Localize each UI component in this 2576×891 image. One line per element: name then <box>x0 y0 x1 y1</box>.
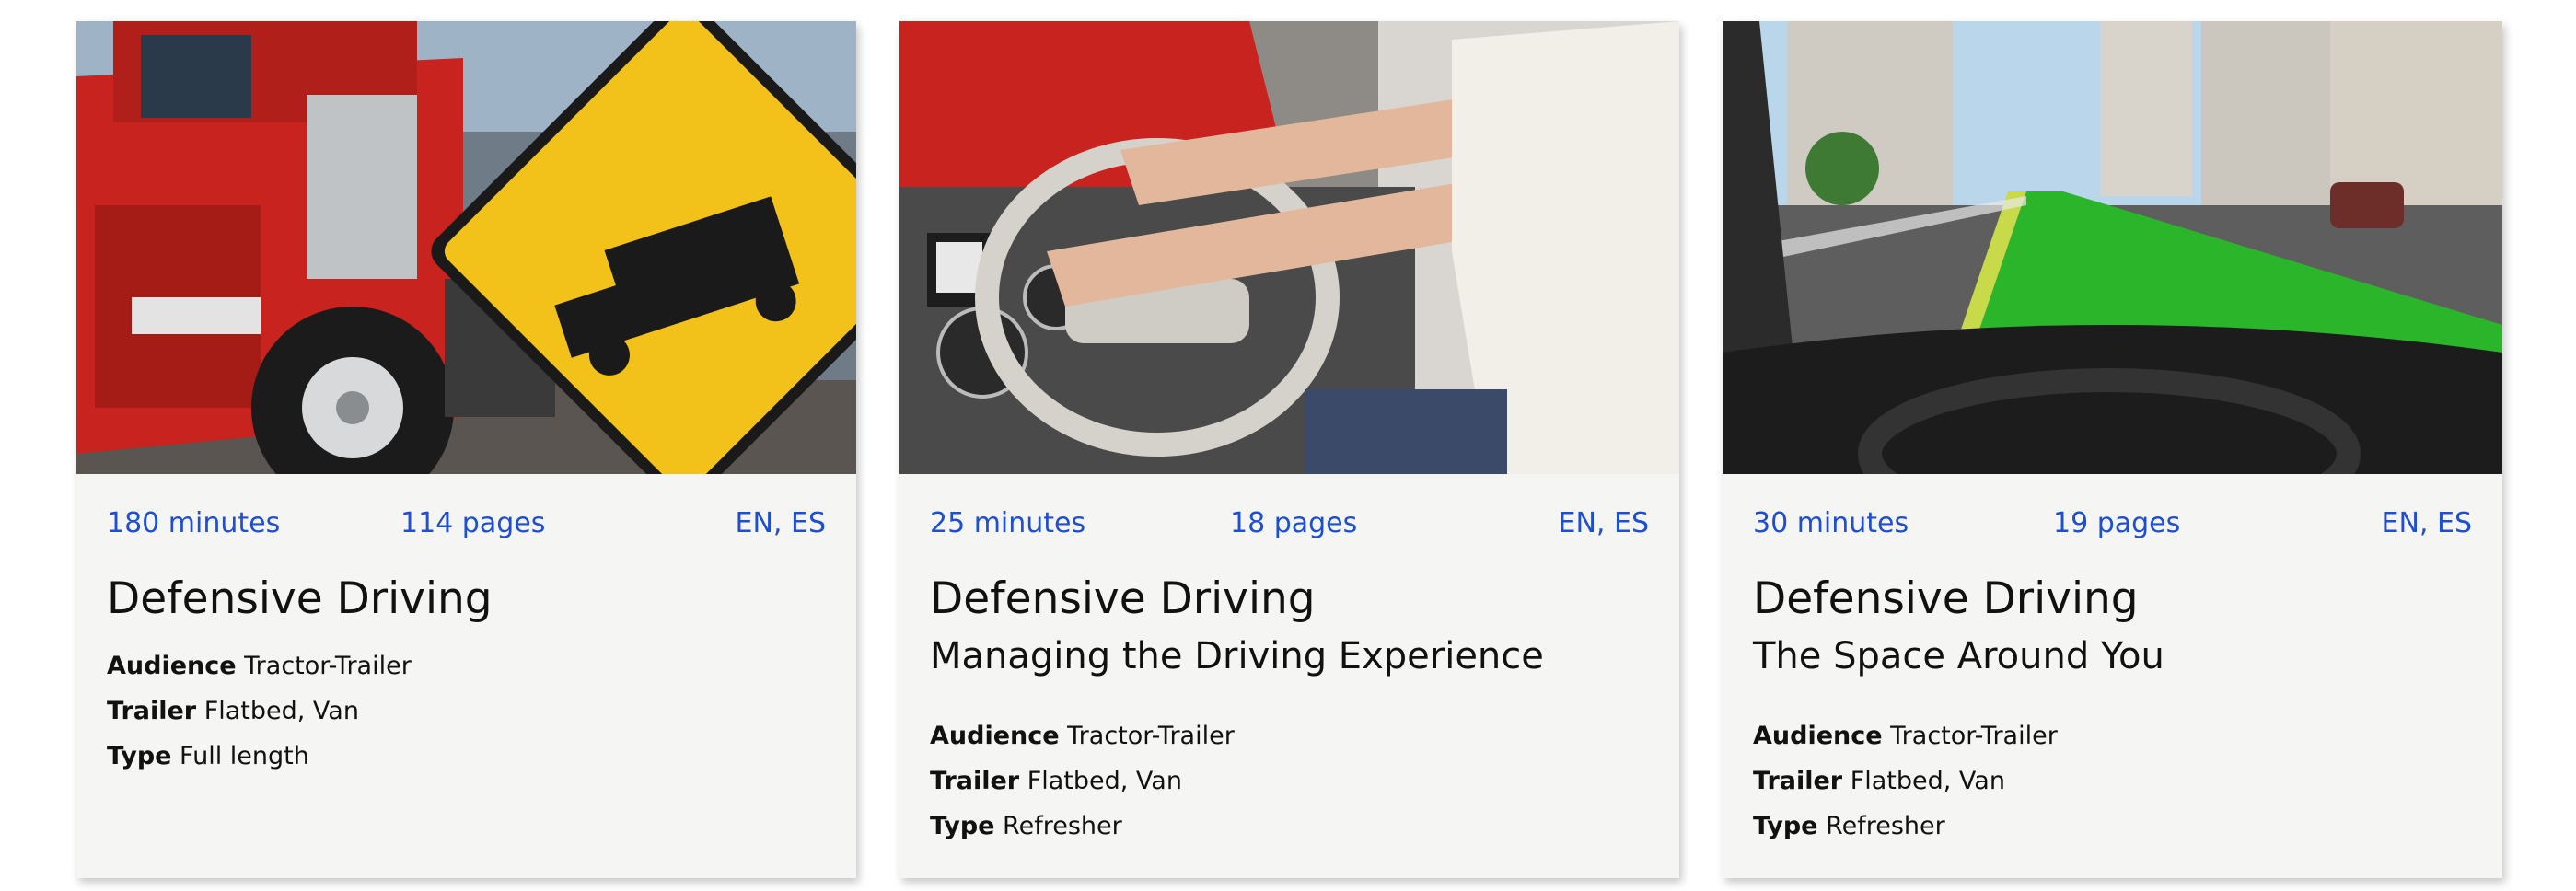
trailer-label: Trailer <box>1753 767 1843 795</box>
trailer-label: Trailer <box>107 697 197 725</box>
truck-sign-illustration <box>76 21 856 474</box>
trailer-row: Trailer Flatbed, Van <box>930 758 1649 804</box>
languages-label: EN, ES <box>2381 506 2472 539</box>
trailer-label: Trailer <box>930 767 1020 795</box>
card-body: 25 minutes 18 pages EN, ES Defensive Dri… <box>899 505 1679 849</box>
course-attributes: Audience Tractor-Trailer Trailer Flatbed… <box>930 713 1649 849</box>
duration-label: 25 minutes <box>930 506 1086 539</box>
card-meta: 180 minutes 114 pages EN, ES <box>107 505 826 540</box>
course-subtitle: The Space Around You <box>1753 635 2164 677</box>
course-image-truck-sign[interactable] <box>76 21 856 474</box>
type-label: Type <box>930 812 995 840</box>
type-row: Type Refresher <box>1753 804 2472 849</box>
trailer-value: Flatbed, Van <box>203 697 359 725</box>
pages-label: 19 pages <box>2053 506 2181 539</box>
course-title[interactable]: Defensive Driving <box>107 572 826 627</box>
course-attributes: Audience Tractor-Trailer Trailer Flatbed… <box>107 643 826 779</box>
course-card-list: 180 minutes 114 pages EN, ES Defensive D… <box>76 21 2502 878</box>
duration-label: 30 minutes <box>1753 506 1909 539</box>
course-card[interactable]: 25 minutes 18 pages EN, ES Defensive Dri… <box>899 21 1679 878</box>
audience-row: Audience Tractor-Trailer <box>1753 713 2472 758</box>
audience-value: Tractor-Trailer <box>244 652 412 680</box>
audience-row: Audience Tractor-Trailer <box>930 713 1649 758</box>
pages-label: 18 pages <box>1230 506 1358 539</box>
card-meta: 25 minutes 18 pages EN, ES <box>930 505 1649 540</box>
course-title[interactable]: Defensive Driving <box>930 572 1649 627</box>
course-title[interactable]: Defensive Driving <box>1753 572 2472 627</box>
audience-label: Audience <box>1753 722 1883 750</box>
card-meta: 30 minutes 19 pages EN, ES <box>1753 505 2472 540</box>
trailer-row: Trailer Flatbed, Van <box>1753 758 2472 804</box>
card-body: 30 minutes 19 pages EN, ES Defensive Dri… <box>1723 505 2502 849</box>
audience-value: Tractor-Trailer <box>1067 722 1235 750</box>
duration-label: 180 minutes <box>107 506 281 539</box>
trailer-value: Flatbed, Van <box>1850 767 2005 795</box>
languages-label: EN, ES <box>1558 506 1649 539</box>
type-value: Refresher <box>1826 812 1945 840</box>
type-value: Refresher <box>1003 812 1122 840</box>
type-row: Type Refresher <box>930 804 1649 849</box>
audience-row: Audience Tractor-Trailer <box>107 643 826 688</box>
type-label: Type <box>107 742 172 770</box>
pages-label: 114 pages <box>400 506 546 539</box>
type-label: Type <box>1753 812 1818 840</box>
audience-value: Tractor-Trailer <box>1890 722 2058 750</box>
audience-label: Audience <box>107 652 237 680</box>
course-card[interactable]: 30 minutes 19 pages EN, ES Defensive Dri… <box>1723 21 2502 878</box>
course-card[interactable]: 180 minutes 114 pages EN, ES Defensive D… <box>76 21 856 878</box>
road-view-illustration <box>1723 21 2502 474</box>
course-subtitle: Managing the Driving Experience <box>930 635 1544 677</box>
trailer-row: Trailer Flatbed, Van <box>107 688 826 734</box>
steering-wheel-illustration <box>899 21 1679 474</box>
type-value: Full length <box>180 742 309 770</box>
audience-label: Audience <box>930 722 1060 750</box>
card-body: 180 minutes 114 pages EN, ES Defensive D… <box>76 505 856 779</box>
type-row: Type Full length <box>107 734 826 779</box>
trailer-value: Flatbed, Van <box>1027 767 1182 795</box>
course-image-road-view[interactable] <box>1723 21 2502 474</box>
course-attributes: Audience Tractor-Trailer Trailer Flatbed… <box>1753 713 2472 849</box>
languages-label: EN, ES <box>735 506 826 539</box>
course-image-steering-wheel[interactable] <box>899 21 1679 474</box>
